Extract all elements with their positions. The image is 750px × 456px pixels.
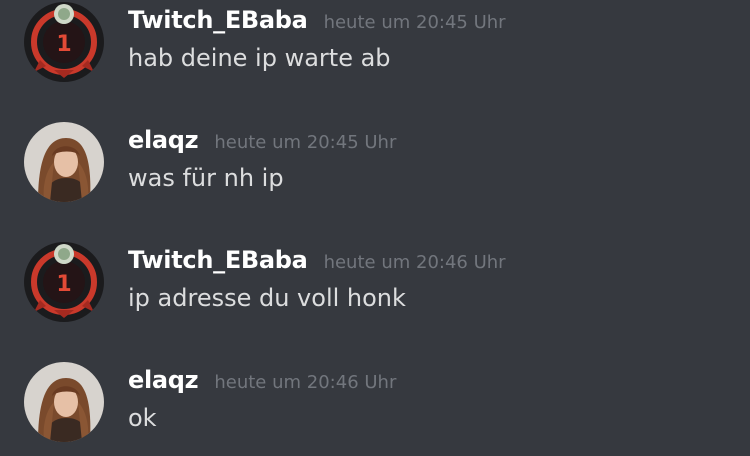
elaqz-avatar-icon [24, 122, 104, 202]
ebaba-avatar-icon: 1 [24, 242, 104, 322]
username[interactable]: elaqz [128, 366, 199, 394]
svg-text:1: 1 [56, 272, 71, 297]
username[interactable]: Twitch_EBaba [128, 246, 308, 274]
username[interactable]: elaqz [128, 126, 199, 154]
timestamp: heute um 20:46 Uhr [214, 372, 397, 393]
message-text: ok [128, 404, 157, 432]
timestamp: heute um 20:45 Uhr [323, 12, 506, 33]
username[interactable]: Twitch_EBaba [128, 6, 308, 34]
elaqz-avatar-icon [24, 362, 104, 442]
chat-messages: 1 Twitch_EBaba heute um 20:45 Uhr hab de… [0, 0, 750, 456]
message-item: elaqz heute um 20:46 Uhr ok [0, 360, 750, 456]
message-header: elaqz heute um 20:45 Uhr [128, 126, 396, 162]
message-text: ip adresse du voll honk [128, 284, 406, 312]
avatar-twitch-ebaba[interactable]: 1 [24, 242, 104, 322]
avatar-twitch-ebaba[interactable]: 1 [24, 2, 104, 82]
ebaba-avatar-icon: 1 [24, 2, 104, 82]
svg-text:1: 1 [56, 32, 71, 57]
message-text: was für nh ip [128, 164, 284, 192]
avatar-elaqz[interactable] [24, 122, 104, 202]
message-item: 1 Twitch_EBaba heute um 20:46 Uhr ip adr… [0, 240, 750, 340]
avatar-elaqz[interactable] [24, 362, 104, 442]
message-header: Twitch_EBaba heute um 20:45 Uhr [128, 6, 506, 42]
message-item: 1 Twitch_EBaba heute um 20:45 Uhr hab de… [0, 0, 750, 100]
message-header: Twitch_EBaba heute um 20:46 Uhr [128, 246, 506, 282]
message-header: elaqz heute um 20:46 Uhr [128, 366, 396, 402]
message-text: hab deine ip warte ab [128, 44, 391, 72]
timestamp: heute um 20:45 Uhr [214, 132, 397, 153]
timestamp: heute um 20:46 Uhr [323, 252, 506, 273]
message-item: elaqz heute um 20:45 Uhr was für nh ip [0, 120, 750, 220]
